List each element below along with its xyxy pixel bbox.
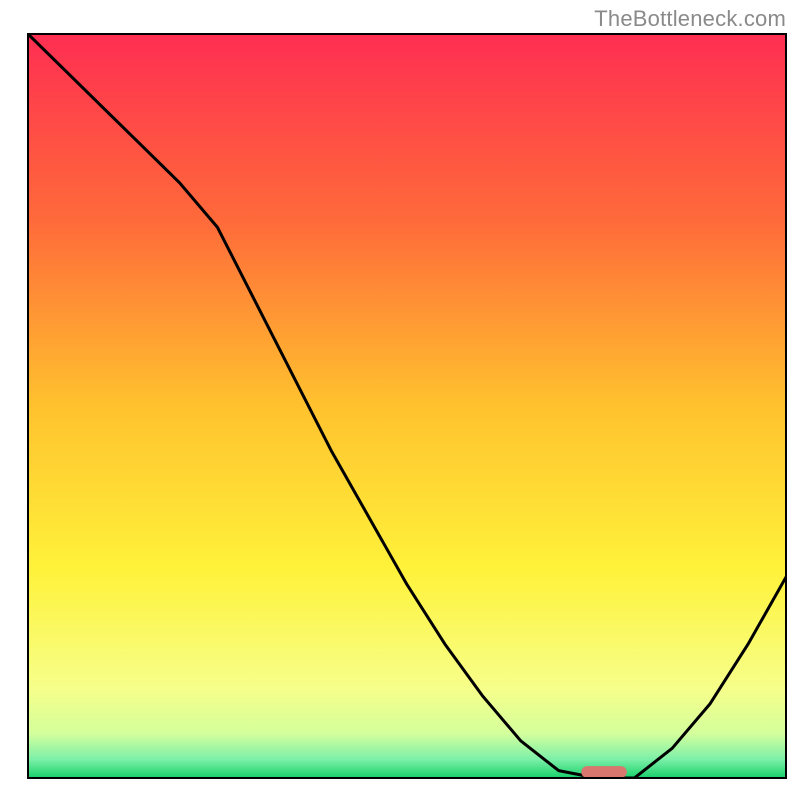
- chart-svg: [0, 0, 800, 800]
- bottleneck-chart: TheBottleneck.com: [0, 0, 800, 800]
- watermark-text: TheBottleneck.com: [594, 6, 786, 32]
